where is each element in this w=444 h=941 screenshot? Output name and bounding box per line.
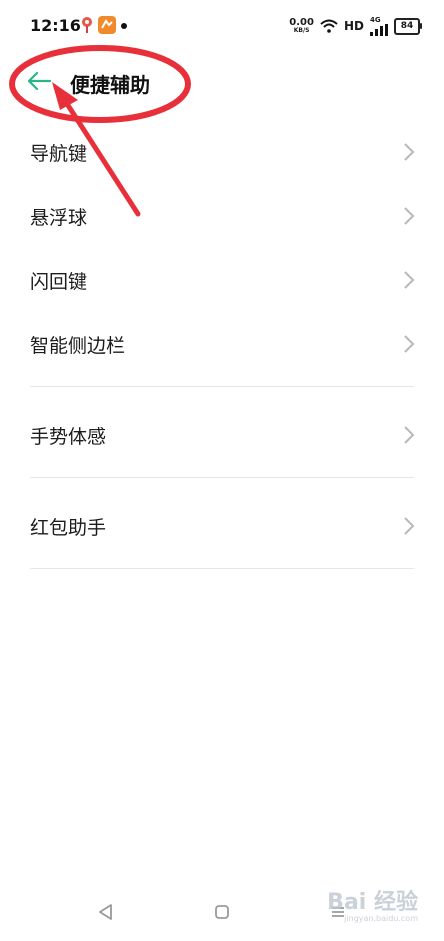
back-button[interactable] [22, 64, 56, 98]
location-pin-icon [82, 17, 92, 33]
chevron-right-icon [404, 207, 415, 225]
arrow-left-icon [27, 72, 51, 90]
app-notification-icon [98, 16, 116, 34]
chevron-right-icon [404, 426, 415, 444]
list-item-label: 红包助手 [30, 516, 107, 539]
square-home-icon [215, 905, 229, 919]
list-item-flashback-key[interactable]: 闪回键 [0, 248, 444, 312]
page-title: 便捷辅助 [70, 73, 150, 97]
nav-back-button[interactable] [92, 898, 120, 926]
cellular-group: 4G [370, 15, 388, 36]
network-label: 4G [370, 15, 381, 24]
list-item-label: 导航键 [30, 142, 88, 165]
chevron-right-icon [404, 335, 415, 353]
signal-icon [370, 23, 388, 36]
net-speed-unit: KB/S [293, 27, 310, 34]
status-right-group: 0.00 KB/S HD 4G 84 [289, 14, 422, 38]
chevron-right-icon [404, 143, 415, 161]
list-item-label: 闪回键 [30, 270, 88, 293]
list-item-gesture-motion[interactable]: 手势体感 [0, 403, 444, 467]
net-speed: 0.00 KB/S [289, 18, 314, 34]
battery-icon: 84 [394, 17, 422, 35]
nav-home-button[interactable] [208, 898, 236, 926]
list-item-label: 手势体感 [30, 425, 107, 448]
list-item-label: 悬浮球 [30, 206, 88, 229]
list-item-floating-ball[interactable]: 悬浮球 [0, 184, 444, 248]
list-item-label: 智能侧边栏 [30, 334, 126, 357]
list-item-red-packet-assistant[interactable]: 红包助手 [0, 494, 444, 558]
list-item-navigation-keys[interactable]: 导航键 [0, 120, 444, 184]
triangle-back-icon [99, 904, 112, 920]
list-item-smart-sidebar[interactable]: 智能侧边栏 [0, 312, 444, 376]
battery-level: 84 [400, 21, 414, 31]
chevron-right-icon [404, 517, 415, 535]
status-bar: 12:16 0.00 KB/S HD 4G 84 [0, 0, 444, 52]
header: 便捷辅助 [0, 52, 444, 114]
status-time: 12:16 [30, 16, 81, 35]
watermark: Bai 经验 jingyan.baidu.com [327, 884, 418, 923]
settings-list: 导航键 悬浮球 闪回键 智能侧边栏 手势体感 红包助手 [0, 120, 444, 569]
hd-label: HD [343, 19, 364, 33]
divider [30, 568, 414, 569]
wifi-icon [320, 19, 338, 33]
notification-dot-icon [121, 23, 127, 29]
watermark-text: Bai 经验 [327, 890, 418, 915]
chevron-right-icon [404, 271, 415, 289]
watermark-sub: jingyan.baidu.com [344, 914, 418, 923]
